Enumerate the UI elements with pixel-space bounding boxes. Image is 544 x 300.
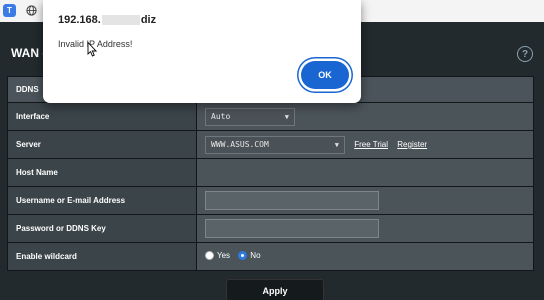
help-icon[interactable]: ? <box>517 46 533 62</box>
radio-unchecked-icon[interactable] <box>205 251 214 260</box>
host-name-value-cell <box>196 158 534 187</box>
radio-checked-icon[interactable] <box>238 251 248 260</box>
chevron-down-icon: ▼ <box>284 112 289 121</box>
row-label-username: Username or E-mail Address <box>7 186 197 215</box>
wildcard-yes-label: Yes <box>217 251 231 260</box>
server-select-value: WWW.ASUS.COM <box>211 140 269 149</box>
ok-button[interactable]: OK <box>301 61 349 89</box>
dialog-title: 192.168. diz <box>58 14 156 26</box>
row-label-host-name: Host Name <box>7 158 197 187</box>
register-link[interactable]: Register <box>397 140 427 149</box>
dialog-title-prefix: 192.168. <box>58 14 101 26</box>
page-title: WAN - <box>11 46 47 60</box>
table-row: Username or E-mail Address <box>7 186 534 215</box>
free-trial-link[interactable]: Free Trial <box>354 140 388 149</box>
interface-select-value: Auto <box>211 112 231 121</box>
redacted-mask <box>101 15 140 26</box>
wildcard-no-option[interactable]: No <box>238 251 261 260</box>
blue-square-icon[interactable]: T <box>3 4 16 17</box>
table-row: Host Name <box>7 158 534 187</box>
password-input[interactable] <box>205 219 379 238</box>
server-select[interactable]: WWW.ASUS.COM ▼ <box>205 135 345 154</box>
ddns-settings-table: DDNS Interface Auto ▼ Server WWW.ASUS.CO… <box>7 76 534 271</box>
row-label-interface: Interface <box>7 102 197 131</box>
row-label-server: Server <box>7 130 197 159</box>
text-cursor-icon <box>87 42 97 57</box>
dialog-title-suffix: diz <box>140 14 157 26</box>
wildcard-no-label: No <box>250 251 261 260</box>
table-row: Interface Auto ▼ <box>7 102 534 131</box>
table-row: Enable wildcard Yes No <box>7 242 534 271</box>
table-row: Password or DDNS Key <box>7 214 534 243</box>
row-label-password: Password or DDNS Key <box>7 214 197 243</box>
globe-icon[interactable] <box>25 4 38 17</box>
wildcard-yes-option[interactable]: Yes <box>205 251 230 260</box>
table-row: Server WWW.ASUS.COM ▼ Free Trial Registe… <box>7 130 534 159</box>
apply-button[interactable]: Apply <box>226 279 324 300</box>
interface-select[interactable]: Auto ▼ <box>205 107 295 126</box>
row-label-enable-wildcard: Enable wildcard <box>7 242 197 271</box>
username-input[interactable] <box>205 191 379 210</box>
chevron-down-icon: ▼ <box>334 140 339 149</box>
